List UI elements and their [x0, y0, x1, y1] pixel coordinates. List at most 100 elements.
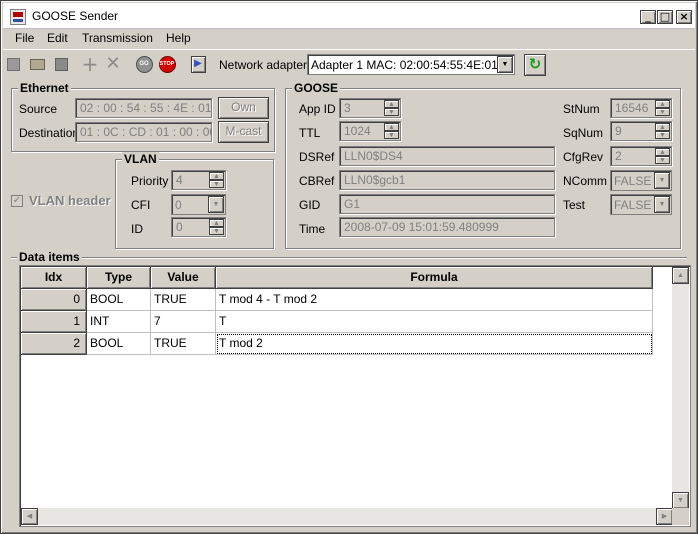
cfi-select[interactable]: 0 ▼: [171, 194, 226, 215]
vlan-id-spinner[interactable]: ▲ ▼: [209, 219, 224, 235]
spin-up-icon[interactable]: ▲: [655, 123, 670, 131]
chevron-down-icon[interactable]: ▼: [497, 56, 513, 73]
cfi-label: CFI: [131, 198, 151, 212]
minimize-button[interactable]: _: [640, 10, 656, 24]
spin-down-icon[interactable]: ▼: [655, 108, 670, 116]
priority-field[interactable]: 4 ▲ ▼: [171, 170, 226, 190]
test-label: Test: [563, 198, 586, 212]
spin-down-icon[interactable]: ▼: [384, 108, 399, 116]
size-grip[interactable]: [672, 508, 689, 525]
row-0-value[interactable]: TRUE: [151, 289, 216, 311]
save-button[interactable]: [51, 54, 71, 74]
gid-field[interactable]: G1: [339, 194, 555, 214]
appid-spinner[interactable]: ▲ ▼: [384, 100, 399, 116]
row-2-value[interactable]: TRUE: [151, 333, 216, 355]
stnum-spinner[interactable]: ▲ ▼: [655, 100, 670, 116]
spin-down-icon[interactable]: ▼: [209, 227, 224, 235]
spin-up-icon[interactable]: ▲: [384, 123, 399, 131]
stnum-field[interactable]: 16546 ▲ ▼: [610, 98, 672, 118]
vlan-header-label: VLAN header: [29, 193, 111, 208]
row-1-idx[interactable]: 1: [21, 311, 87, 333]
stop-button[interactable]: STOP: [157, 54, 177, 74]
menu-edit[interactable]: Edit: [47, 31, 68, 45]
vlan-id-field[interactable]: 0 ▲ ▼: [171, 217, 226, 237]
menu-help[interactable]: Help: [166, 31, 191, 45]
row-2-type[interactable]: BOOL: [87, 333, 151, 355]
time-field[interactable]: 2008-07-09 15:01:59.480999: [339, 217, 555, 237]
add-button[interactable]: +: [80, 54, 100, 74]
row-0-type[interactable]: BOOL: [87, 289, 151, 311]
ttl-spinner[interactable]: ▲ ▼: [384, 123, 399, 139]
row-0-formula[interactable]: T mod 4 - T mod 2: [216, 289, 653, 311]
dsref-field[interactable]: LLN0$DS4: [339, 146, 555, 166]
dsref-label: DSRef: [299, 150, 335, 164]
horizontal-scrollbar[interactable]: ◀ ▶: [21, 508, 673, 525]
spin-down-icon[interactable]: ▼: [655, 131, 670, 139]
menu-transmission[interactable]: Transmission: [82, 31, 153, 45]
ncomm-value: FALSE: [614, 174, 652, 188]
spin-down-icon[interactable]: ▼: [209, 180, 224, 188]
network-adapter-select[interactable]: Adapter 1 MAC: 02:00:54:55:4E:01 ▼: [307, 54, 515, 75]
spin-up-icon[interactable]: ▲: [209, 172, 224, 180]
chevron-down-icon[interactable]: ▼: [654, 172, 670, 189]
spin-up-icon[interactable]: ▲: [384, 100, 399, 108]
ttl-field[interactable]: 1024 ▲ ▼: [339, 121, 401, 141]
network-adapter-label: Network adapter: [219, 58, 308, 72]
data-items-grid[interactable]: Idx Type Value Formula 0 BOOL TRUE T mod…: [19, 265, 691, 527]
column-header-idx[interactable]: Idx: [21, 267, 87, 289]
title-bar[interactable]: GOOSE Sender _ □ ×: [3, 3, 695, 29]
column-header-formula[interactable]: Formula: [216, 267, 653, 289]
row-0-idx[interactable]: 0: [21, 289, 87, 311]
spin-up-icon[interactable]: ▲: [655, 100, 670, 108]
cfgrev-spinner[interactable]: ▲ ▼: [655, 148, 670, 164]
priority-spinner[interactable]: ▲ ▼: [209, 172, 224, 188]
cfgrev-field[interactable]: 2 ▲ ▼: [610, 146, 672, 166]
row-1-formula[interactable]: T: [216, 311, 653, 333]
vlan-header-checkbox[interactable]: ✓: [11, 195, 23, 207]
exit-door-icon: ▶: [190, 55, 206, 73]
sqnum-value: 9: [615, 124, 622, 138]
column-header-type[interactable]: Type: [87, 267, 151, 289]
menu-file[interactable]: File: [15, 31, 34, 45]
sqnum-spinner[interactable]: ▲ ▼: [655, 123, 670, 139]
destination-mac-field[interactable]: 01 : 0C : CD : 01 : 00 : 00: [75, 122, 212, 142]
time-label: Time: [299, 222, 326, 236]
spin-up-icon[interactable]: ▲: [209, 219, 224, 227]
appid-field[interactable]: 3 ▲ ▼: [339, 98, 401, 118]
spin-down-icon[interactable]: ▼: [655, 156, 670, 164]
delete-button[interactable]: ✕: [103, 54, 123, 74]
stnum-value: 16546: [615, 101, 649, 115]
scroll-right-icon[interactable]: ▶: [656, 508, 673, 525]
scroll-up-icon[interactable]: ▲: [672, 267, 689, 284]
open-button[interactable]: [27, 54, 47, 74]
row-2-formula[interactable]: T mod 2: [216, 333, 653, 355]
ncomm-select[interactable]: FALSE ▼: [610, 170, 672, 191]
close-button[interactable]: ×: [676, 10, 692, 24]
column-header-value[interactable]: Value: [151, 267, 216, 289]
sqnum-field[interactable]: 9 ▲ ▼: [610, 121, 672, 141]
cbref-field[interactable]: LLN0$gcb1: [339, 170, 555, 190]
refresh-button[interactable]: ↻: [524, 54, 546, 76]
scroll-left-icon[interactable]: ◀: [21, 508, 38, 525]
test-select[interactable]: FALSE ▼: [610, 194, 672, 215]
priority-label: Priority: [131, 174, 169, 188]
new-button[interactable]: [3, 54, 23, 74]
row-1-value[interactable]: 7: [151, 311, 216, 333]
row-2-idx[interactable]: 2: [21, 333, 87, 355]
mcast-button[interactable]: M-cast: [218, 121, 269, 143]
spin-up-icon[interactable]: ▲: [655, 148, 670, 156]
exit-button[interactable]: ▶: [188, 54, 208, 74]
spin-down-icon[interactable]: ▼: [384, 131, 399, 139]
chevron-down-icon[interactable]: ▼: [654, 196, 670, 213]
own-button[interactable]: Own: [218, 97, 269, 119]
maximize-button[interactable]: □: [657, 10, 673, 24]
vertical-scrollbar[interactable]: ▲ ▼: [672, 267, 689, 509]
source-mac-field[interactable]: 02 : 00 : 54 : 55 : 4E : 01: [75, 98, 212, 118]
toolbar: + ✕ GO STOP ▶ Network adapter Adapter 1 …: [3, 49, 695, 79]
chevron-down-icon[interactable]: ▼: [208, 196, 224, 213]
go-button[interactable]: GO: [134, 54, 154, 74]
open-folder-icon: [29, 58, 45, 70]
scroll-down-icon[interactable]: ▼: [672, 492, 689, 509]
row-1-type[interactable]: INT: [87, 311, 151, 333]
vlan-id-value: 0: [176, 220, 183, 234]
